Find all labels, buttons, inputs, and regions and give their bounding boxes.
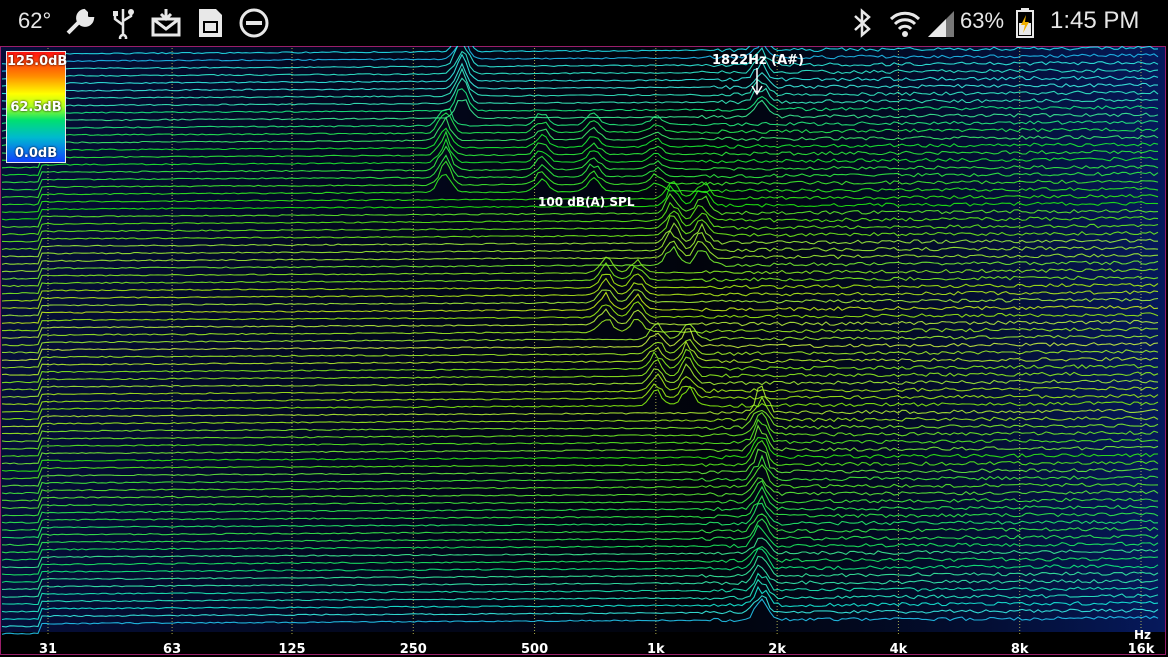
axis-tick-label: 63 — [163, 642, 181, 657]
axis-tick-label: 31 — [39, 642, 57, 657]
signal-icon — [926, 7, 956, 39]
frequency-axis: 31 63 125 250 500 1k 2k 4k 8k 16k — [39, 642, 1155, 657]
spl-annotation: 100 dB(A) SPL — [538, 195, 635, 209]
axis-tick-label: 125 — [278, 642, 305, 657]
battery-percent-text: 63% — [960, 8, 1005, 33]
status-bar: 62° 63% 1:45 PM — [0, 0, 1168, 46]
clock-text: 1:45 PM — [1050, 7, 1140, 34]
axis-tick-label: 2k — [768, 642, 786, 657]
sd-card-icon — [196, 7, 224, 39]
wifi-icon — [888, 7, 922, 39]
spectrum-waterfall-plot[interactable]: 1822Hz (A#) 100 dB(A) SPL 31 63 125 250 500 1… — [0, 46, 1166, 657]
axis-tick-label: 500 — [521, 642, 548, 657]
wrench-icon — [64, 7, 96, 39]
mail-download-icon — [150, 7, 182, 39]
temperature-text: 62° — [18, 8, 52, 33]
db-color-legend: 125.0dB 62.5dB 0.0dB — [6, 51, 68, 163]
legend-mid-label: 62.5dB — [10, 100, 62, 115]
battery-charging-icon — [1014, 7, 1036, 39]
axis-tick-label: 250 — [400, 642, 427, 657]
axis-tick-label: 16k — [1128, 642, 1155, 657]
axis-tick-label: 8k — [1011, 642, 1029, 657]
legend-min-label: 0.0dB — [14, 146, 58, 161]
peak-annotation: 1822Hz (A#) — [712, 53, 804, 68]
do-not-disturb-icon — [238, 7, 270, 39]
bluetooth-icon — [850, 7, 874, 39]
axis-tick-label: 1k — [647, 642, 665, 657]
usb-icon — [110, 7, 136, 39]
axis-unit-label: Hz — [1134, 628, 1151, 642]
axis-tick-label: 4k — [890, 642, 908, 657]
legend-max-label: 125.0dB — [7, 54, 68, 69]
